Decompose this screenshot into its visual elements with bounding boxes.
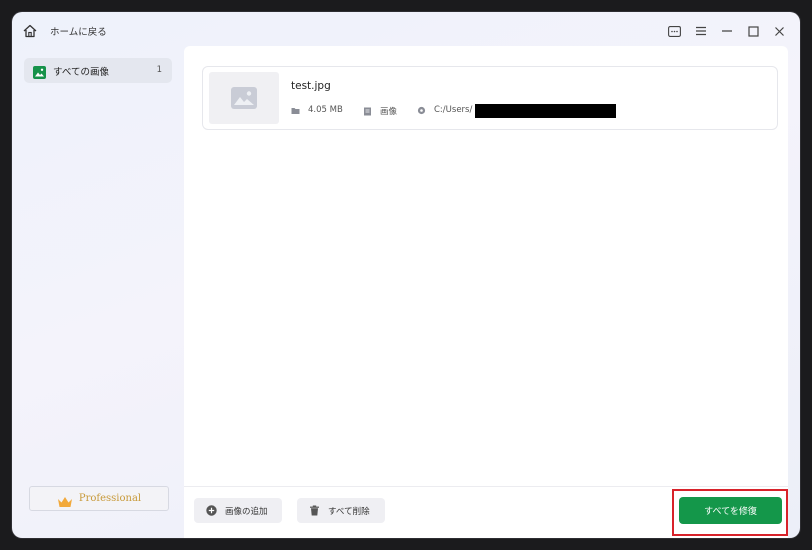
add-image-label: 画像の追加	[225, 506, 268, 517]
file-path: C:/Users/	[417, 105, 472, 115]
document-icon	[363, 107, 372, 116]
feedback-icon[interactable]	[664, 21, 684, 41]
file-card[interactable]: test.jpg 4.05 MB 画像 C:/Users/	[202, 66, 778, 130]
folder-icon	[291, 106, 300, 115]
action-footer: 画像の追加 すべて削除 すべてを修復	[184, 486, 788, 538]
professional-label: Professional	[78, 493, 142, 504]
title-bar: ホームに戻る	[12, 12, 800, 50]
crown-icon	[57, 493, 73, 507]
repair-all-button[interactable]: すべてを修復	[679, 497, 782, 524]
delete-all-label: すべて削除	[328, 506, 370, 517]
menu-icon[interactable]	[691, 21, 711, 41]
file-type-value: 画像	[380, 107, 398, 117]
file-path-value: C:/Users/	[434, 105, 473, 115]
sidebar-item-count: 1	[156, 65, 162, 75]
file-size: 4.05 MB	[291, 105, 343, 115]
sidebar-item-label: すべての画像	[53, 67, 109, 78]
image-thumbnail	[209, 72, 279, 124]
file-name: test.jpg	[291, 80, 331, 92]
file-size-value: 4.05 MB	[308, 105, 343, 115]
back-to-home-link[interactable]: ホームに戻る	[50, 24, 107, 38]
maximize-icon[interactable]	[743, 21, 763, 41]
home-icon[interactable]	[22, 23, 38, 39]
file-type: 画像	[363, 105, 397, 117]
image-placeholder-icon	[231, 87, 257, 109]
image-list-panel: test.jpg 4.05 MB 画像 C:/Users/	[184, 46, 788, 486]
location-icon	[417, 106, 426, 115]
sidebar-item-all-images[interactable]: すべての画像 1	[24, 58, 172, 83]
trash-icon	[309, 505, 320, 516]
delete-all-button[interactable]: すべて削除	[297, 498, 385, 523]
app-window: ホームに戻る すべての画像 1 Professional test.jpg 4.…	[12, 12, 800, 538]
professional-upgrade-button[interactable]: Professional	[29, 486, 169, 511]
image-icon	[33, 64, 46, 79]
close-icon[interactable]	[769, 21, 789, 41]
minimize-icon[interactable]	[717, 21, 737, 41]
add-circle-icon	[206, 505, 217, 516]
redacted-path-block	[475, 104, 616, 118]
add-image-button[interactable]: 画像の追加	[194, 498, 282, 523]
